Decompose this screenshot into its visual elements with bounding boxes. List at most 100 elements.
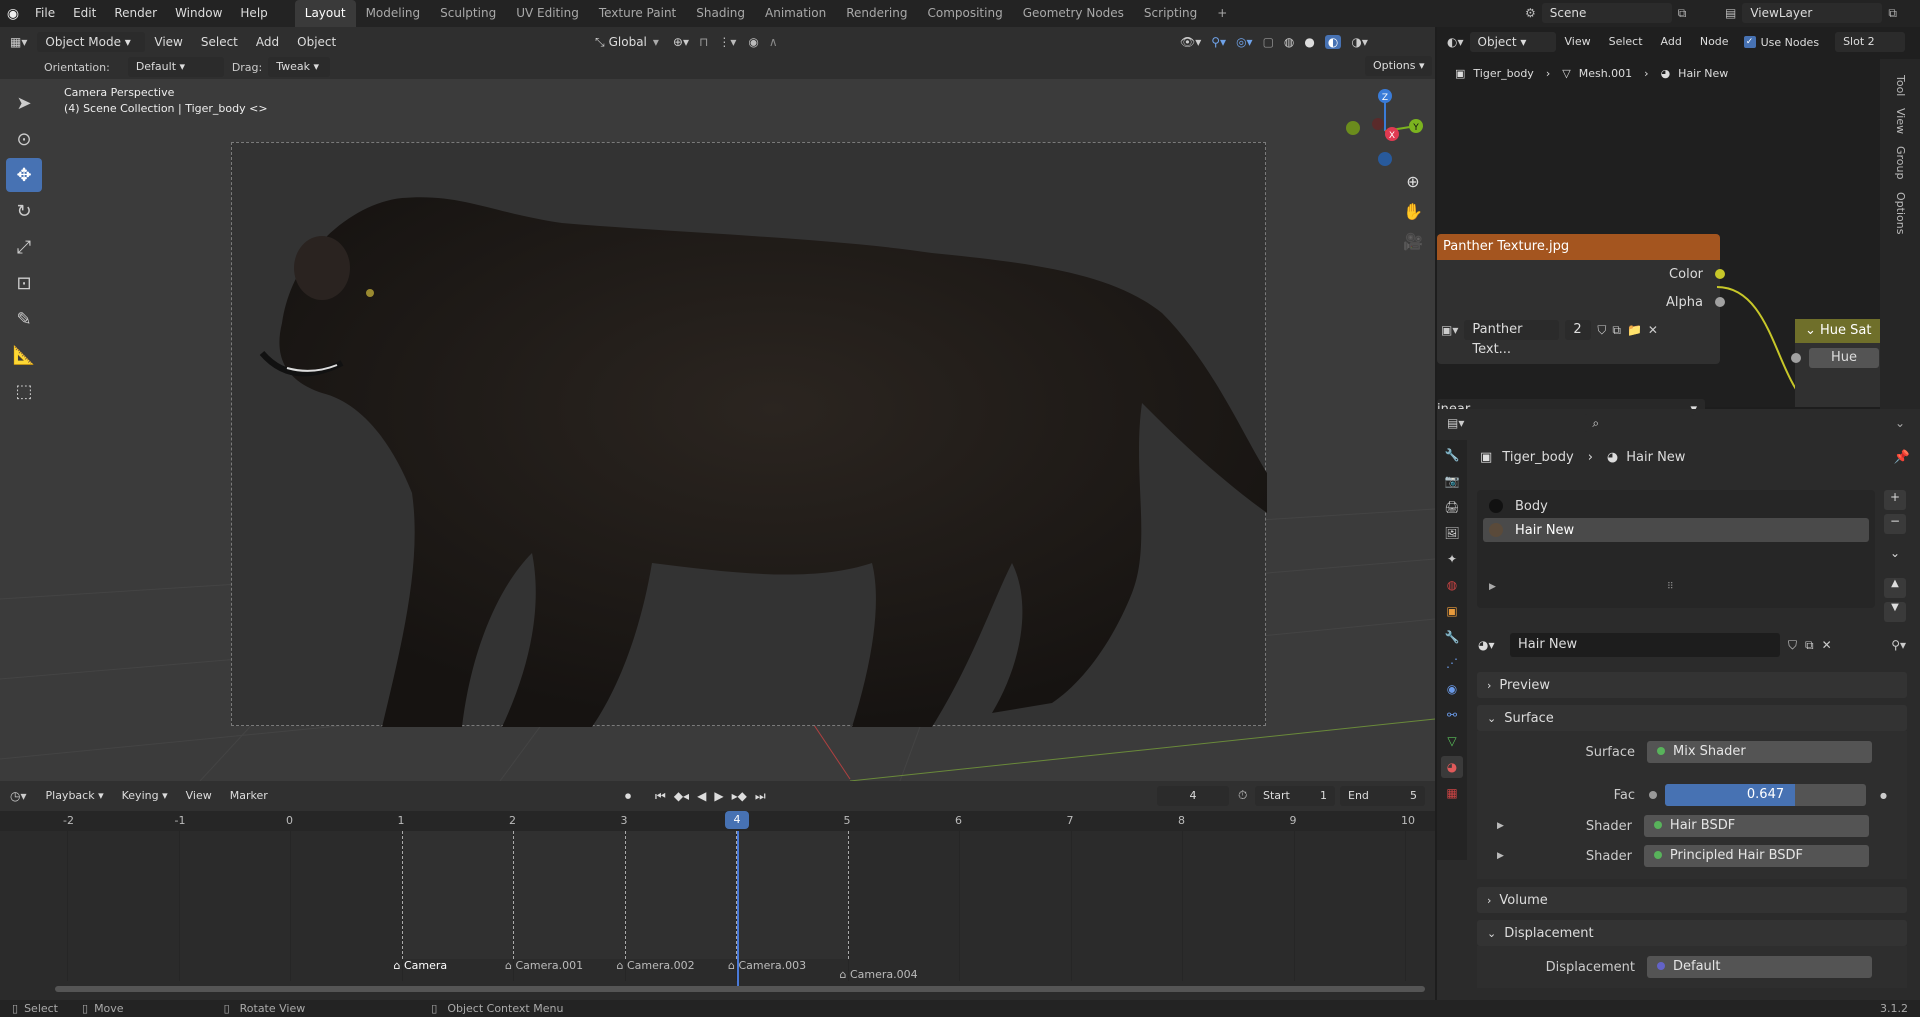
copy-icon[interactable]: ⧉ [1888, 6, 1897, 21]
texture-node-header[interactable]: Panther Texture.jpg [1437, 234, 1720, 260]
options-dropdown[interactable]: Options ▾ [1365, 56, 1433, 76]
list-item[interactable]: Body [1483, 494, 1869, 518]
snap-target-icon[interactable]: ⋮▾ [718, 35, 736, 49]
node-tree-icon[interactable]: ⚲▾ [1891, 638, 1906, 652]
node-object-dropdown[interactable]: Object ▾ [1469, 32, 1556, 52]
open-folder-icon[interactable]: 📁 [1627, 323, 1642, 337]
material-name-field[interactable]: Hair New [1510, 633, 1780, 657]
view-layer-field[interactable]: ViewLayer [1742, 3, 1883, 23]
vp-menu-view[interactable]: View [145, 31, 191, 53]
xray-icon[interactable]: ▢ [1263, 35, 1274, 49]
expand-icon[interactable]: ▶ [1497, 851, 1504, 861]
timeline-editor-type-icon[interactable]: ◷▾ [10, 789, 27, 803]
hue-input-field[interactable]: Hue [1809, 348, 1879, 368]
visibility-icon[interactable]: 👁▾ [1180, 35, 1201, 49]
menu-marker[interactable]: Marker [221, 786, 277, 806]
node-menu-select[interactable]: Select [1600, 31, 1652, 53]
timeline-marker[interactable]: ⌂ Camera [394, 959, 448, 972]
surface-panel-header[interactable]: ⌄ Surface [1477, 705, 1907, 731]
slot-dropdown[interactable]: Slot 2 [1835, 32, 1906, 52]
jump-start-icon[interactable]: ⏮ [655, 789, 666, 804]
tab-texture-paint[interactable]: Texture Paint [589, 0, 686, 27]
falloff-icon[interactable]: ∧ [769, 35, 778, 49]
vp-menu-object[interactable]: Object [288, 31, 345, 53]
timeline-marker[interactable]: ⌂ Camera.004 [840, 968, 918, 981]
timeline-scrollbar[interactable] [55, 986, 1425, 992]
displacement-panel-header[interactable]: ⌄ Displacement [1477, 920, 1907, 946]
end-frame-field[interactable]: End 5 [1340, 786, 1425, 806]
move-slot-down-button[interactable]: ▼ [1884, 602, 1906, 622]
chevron-down-icon[interactable]: ⌄ [1895, 416, 1905, 430]
tab-layout[interactable]: Layout [294, 0, 356, 27]
remove-slot-button[interactable]: − [1884, 514, 1906, 534]
timeline-ruler[interactable]: -2 -1 0 1 2 3 4 5 6 7 8 9 10 [0, 811, 1435, 831]
add-workspace-button[interactable]: + [1207, 0, 1237, 27]
solid-shading-icon[interactable]: ● [1304, 35, 1314, 49]
use-nodes-label[interactable]: Use Nodes [1761, 36, 1820, 49]
tool-tab-icon[interactable]: 🔧 [1441, 444, 1463, 466]
resize-handle-icon[interactable]: ⠿ [1667, 582, 1674, 592]
unlink-icon[interactable]: ✕ [1822, 638, 1832, 652]
duplicate-icon[interactable]: ⧉ [1805, 638, 1814, 653]
slot-specials-button[interactable]: ⌄ [1884, 546, 1906, 566]
tab-compositing[interactable]: Compositing [917, 0, 1012, 27]
image-name-field[interactable]: Panther Text... [1464, 320, 1560, 357]
props-search-input[interactable]: ⌕ [1584, 414, 1695, 432]
pan-hand-icon[interactable]: ✋ [1400, 202, 1426, 232]
sidebar-tab-options[interactable]: Options [1892, 186, 1909, 240]
close-icon[interactable]: ✕ [1648, 323, 1658, 337]
pivot-icon[interactable]: ⊕▾ [673, 35, 689, 49]
orientation-dropdown[interactable]: Default ▾ [127, 57, 224, 77]
timeline-marker[interactable]: ⌂ Camera.001 [505, 959, 583, 972]
image-browse-icon[interactable]: ▣▾ [1441, 323, 1458, 337]
next-keyframe-icon[interactable]: ▸◆ [732, 789, 747, 803]
panther-model[interactable] [232, 143, 1268, 728]
modifier-tab-icon[interactable]: 🔧 [1441, 626, 1463, 648]
cursor-tool-icon[interactable]: ⊙ [6, 122, 42, 156]
surface-shader-field[interactable]: Mix Shader [1647, 741, 1872, 763]
wireframe-shading-icon[interactable]: ◍ [1284, 35, 1294, 49]
tab-sculpting[interactable]: Sculpting [430, 0, 506, 27]
playhead-frame-indicator[interactable]: 4 [725, 811, 749, 829]
add-cube-tool-icon[interactable]: ⬚ [6, 374, 42, 408]
expand-list-icon[interactable]: ▶ [1489, 582, 1496, 592]
fake-user-icon[interactable]: ⛉ [1788, 638, 1797, 653]
rendered-shading-icon[interactable]: ◑▾ [1351, 35, 1368, 49]
node-menu-view[interactable]: View [1556, 31, 1600, 53]
menu-keying[interactable]: Keying ▾ [113, 786, 177, 806]
move-slot-up-button[interactable]: ▲ [1884, 578, 1906, 598]
prev-keyframe-icon[interactable]: ◆◂ [674, 789, 689, 803]
tab-uv-editing[interactable]: UV Editing [506, 0, 589, 27]
data-tab-icon[interactable]: ▽ [1441, 730, 1463, 752]
keyframe-dot-icon[interactable]: ● [1880, 791, 1887, 800]
tab-scripting[interactable]: Scripting [1134, 0, 1207, 27]
node-editor[interactable]: ◐▾ Object ▾ View Select Add Node ✓ Use N… [1437, 27, 1920, 421]
sidebar-tab-tool[interactable]: Tool [1892, 69, 1909, 102]
tab-shading[interactable]: Shading [686, 0, 755, 27]
constraints-tab-icon[interactable]: ⚯ [1441, 704, 1463, 726]
particles-tab-icon[interactable]: ⋰ [1441, 652, 1463, 674]
copy-icon[interactable]: ⧉ [1678, 6, 1687, 21]
material-tab-icon[interactable]: ◕ [1441, 756, 1463, 778]
menu-help[interactable]: Help [231, 0, 276, 27]
material-browse-icon[interactable]: ◕▾ [1478, 638, 1510, 652]
gizmo-toggle-icon[interactable]: ⚲▾ [1211, 35, 1226, 49]
rotate-tool-icon[interactable]: ↻ [6, 194, 42, 228]
proportional-edit-icon[interactable]: ◉ [748, 35, 758, 49]
hue-saturation-node[interactable]: ⌄ Hue Sat Hue [1791, 319, 1880, 407]
camera-view-icon[interactable]: 🎥 [1400, 232, 1426, 262]
sidebar-tab-group[interactable]: Group [1892, 140, 1909, 186]
tab-rendering[interactable]: Rendering [836, 0, 917, 27]
duplicate-icon[interactable]: ⧉ [1612, 323, 1621, 338]
tab-geometry-nodes[interactable]: Geometry Nodes [1013, 0, 1134, 27]
annotate-tool-icon[interactable]: ✎ [6, 302, 42, 336]
fac-slider[interactable]: 0.647 [1665, 784, 1866, 806]
current-frame-field[interactable]: 4 [1157, 786, 1229, 806]
object-mode-dropdown[interactable]: Object Mode ▾ [37, 32, 146, 52]
tab-modeling[interactable]: Modeling [356, 0, 431, 27]
fake-user-icon[interactable]: ⛉ [1597, 323, 1606, 338]
object-tab-icon[interactable]: ▣ [1441, 600, 1463, 622]
transform-tool-icon[interactable]: ⊡ [6, 266, 42, 300]
material-shading-icon[interactable]: ◐ [1324, 35, 1342, 49]
vp-menu-add[interactable]: Add [247, 31, 288, 53]
